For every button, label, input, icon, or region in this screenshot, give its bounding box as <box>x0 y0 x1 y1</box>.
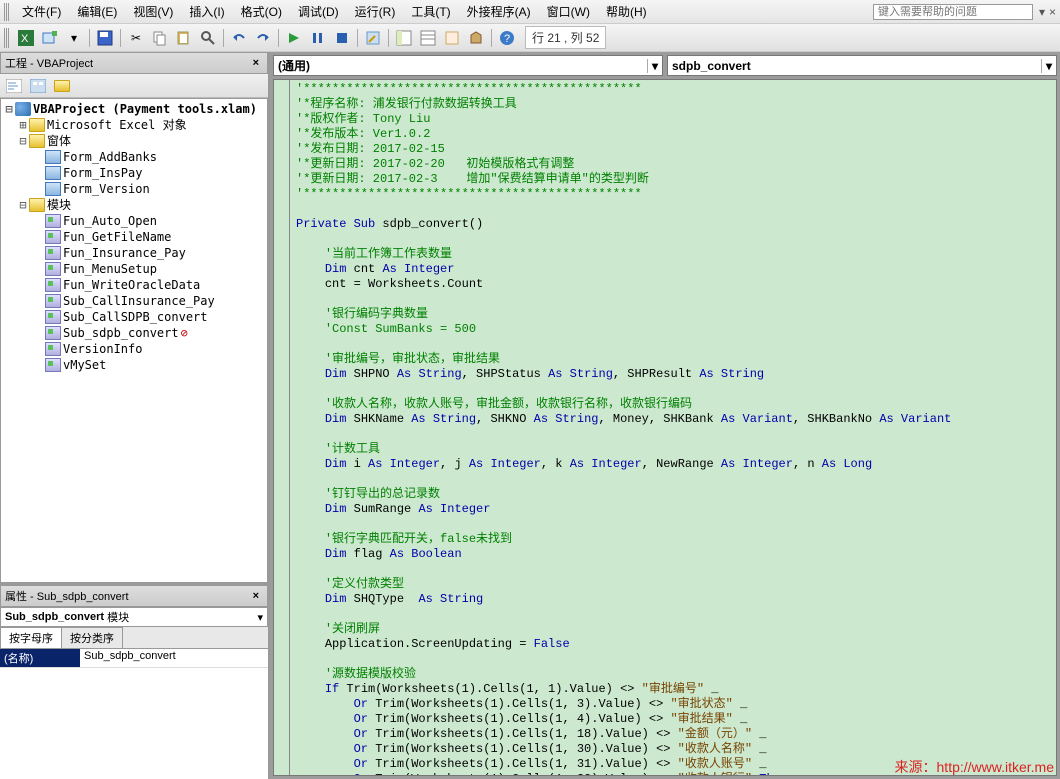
object-combo[interactable]: (通用)▾ <box>273 55 663 76</box>
chevron-down-icon[interactable]: ▾ <box>1041 59 1052 73</box>
view-object-icon[interactable] <box>27 76 49 96</box>
help-icon[interactable]: ? <box>496 27 518 49</box>
paste-icon[interactable] <box>173 27 195 49</box>
menubar-grip <box>4 3 10 21</box>
project-panel-close-icon[interactable]: × <box>249 57 263 69</box>
chevron-down-icon[interactable]: ▾ <box>647 59 658 73</box>
menu-run[interactable]: 运行(R) <box>347 1 404 22</box>
code-pane-header: (通用)▾ sdpb_convert▾ <box>270 52 1060 79</box>
breakpoint-indicator-icon: ⊘ <box>181 325 188 341</box>
project-toolbar <box>0 74 268 98</box>
tree-form-item[interactable]: Form_InsPay <box>3 165 265 181</box>
project-panel-title: 工程 - VBAProject <box>5 55 93 71</box>
watermark: 来源：http://www.itker.me <box>895 757 1054 777</box>
cut-icon[interactable]: ✂ <box>125 27 147 49</box>
code-gutter <box>274 80 290 775</box>
project-tree[interactable]: ⊟VBAProject (Payment tools.xlam) ⊞Micros… <box>0 98 268 583</box>
procedure-combo[interactable]: sdpb_convert▾ <box>667 55 1057 76</box>
menu-addins[interactable]: 外接程序(A) <box>459 1 539 22</box>
tree-module-item-active[interactable]: Sub_sdpb_convert⊘ <box>3 325 265 341</box>
properties-tabs: 按字母序 按分类序 <box>0 627 268 649</box>
toggle-folders-icon[interactable] <box>51 76 73 96</box>
svg-text:?: ? <box>504 33 510 45</box>
window-min-icon[interactable]: ▾ <box>1039 5 1045 19</box>
menu-edit[interactable]: 编辑(E) <box>69 1 125 22</box>
tree-module-item[interactable]: Sub_CallSDPB_convert <box>3 309 265 325</box>
redo-icon[interactable] <box>252 27 274 49</box>
properties-icon[interactable] <box>417 27 439 49</box>
tree-module-item[interactable]: Fun_GetFileName <box>3 229 265 245</box>
dropdown-arrow-icon[interactable]: ▾ <box>63 27 85 49</box>
svg-text:X: X <box>21 33 29 45</box>
tree-form-item[interactable]: Form_AddBanks <box>3 149 265 165</box>
tree-module-item[interactable]: vMySet <box>3 357 265 373</box>
tab-categorized[interactable]: 按分类序 <box>61 627 123 648</box>
tree-module-item[interactable]: Fun_WriteOracleData <box>3 277 265 293</box>
tree-module-item[interactable]: Fun_Insurance_Pay <box>3 245 265 261</box>
save-icon[interactable] <box>94 27 116 49</box>
project-explorer-icon[interactable] <box>393 27 415 49</box>
property-value[interactable]: Sub_sdpb_convert <box>80 649 268 667</box>
find-icon[interactable] <box>197 27 219 49</box>
toolbox-icon[interactable] <box>465 27 487 49</box>
insert-form-icon[interactable] <box>39 27 61 49</box>
code-editor[interactable]: '***************************************… <box>273 79 1057 776</box>
toolbar-grip <box>4 28 10 48</box>
tree-excel-objects[interactable]: ⊞Microsoft Excel 对象 <box>3 117 265 133</box>
property-row[interactable]: (名称) Sub_sdpb_convert <box>0 649 268 668</box>
tree-module-item[interactable]: VersionInfo <box>3 341 265 357</box>
toolbar: X ▾ ✂ ? 行 21 , 列 52 <box>0 24 1060 52</box>
tree-root[interactable]: ⊟VBAProject (Payment tools.xlam) <box>3 101 265 117</box>
help-search-input[interactable] <box>873 4 1033 20</box>
pause-icon[interactable] <box>307 27 329 49</box>
menu-tools[interactable]: 工具(T) <box>403 1 458 22</box>
copy-icon[interactable] <box>149 27 171 49</box>
position-indicator: 行 21 , 列 52 <box>525 26 606 49</box>
tree-module-item[interactable]: Fun_Auto_Open <box>3 213 265 229</box>
menu-format[interactable]: 格式(O) <box>233 1 290 22</box>
stop-icon[interactable] <box>331 27 353 49</box>
project-panel-header: 工程 - VBAProject × <box>0 52 268 74</box>
menu-view[interactable]: 视图(V) <box>125 1 181 22</box>
tree-forms-folder[interactable]: ⊟窗体 <box>3 133 265 149</box>
properties-object-select[interactable]: Sub_sdpb_convert 模块▾ <box>0 607 268 627</box>
run-icon[interactable] <box>283 27 305 49</box>
properties-grid[interactable]: (名称) Sub_sdpb_convert <box>0 649 268 779</box>
excel-icon[interactable]: X <box>15 27 37 49</box>
properties-panel-close-icon[interactable]: × <box>249 590 263 602</box>
tree-module-item[interactable]: Fun_MenuSetup <box>3 261 265 277</box>
chevron-down-icon[interactable]: ▾ <box>257 611 263 624</box>
menubar: 文件(F) 编辑(E) 视图(V) 插入(I) 格式(O) 调试(D) 运行(R… <box>0 0 1060 24</box>
window-close-icon[interactable]: × <box>1049 5 1056 19</box>
code-content[interactable]: '***************************************… <box>290 80 957 775</box>
menu-window[interactable]: 窗口(W) <box>539 1 598 22</box>
menu-file[interactable]: 文件(F) <box>14 1 69 22</box>
properties-panel-title: 属性 - Sub_sdpb_convert <box>5 588 129 604</box>
menu-insert[interactable]: 插入(I) <box>181 1 232 22</box>
design-mode-icon[interactable] <box>362 27 384 49</box>
tab-alphabetic[interactable]: 按字母序 <box>0 627 62 648</box>
properties-panel-header: 属性 - Sub_sdpb_convert × <box>0 585 268 607</box>
menu-debug[interactable]: 调试(D) <box>290 1 347 22</box>
menu-help[interactable]: 帮助(H) <box>598 1 655 22</box>
tree-modules-folder[interactable]: ⊟模块 <box>3 197 265 213</box>
object-browser-icon[interactable] <box>441 27 463 49</box>
view-code-icon[interactable] <box>3 76 25 96</box>
tree-form-item[interactable]: Form_Version <box>3 181 265 197</box>
undo-icon[interactable] <box>228 27 250 49</box>
property-key: (名称) <box>0 649 80 667</box>
tree-module-item[interactable]: Sub_CallInsurance_Pay <box>3 293 265 309</box>
